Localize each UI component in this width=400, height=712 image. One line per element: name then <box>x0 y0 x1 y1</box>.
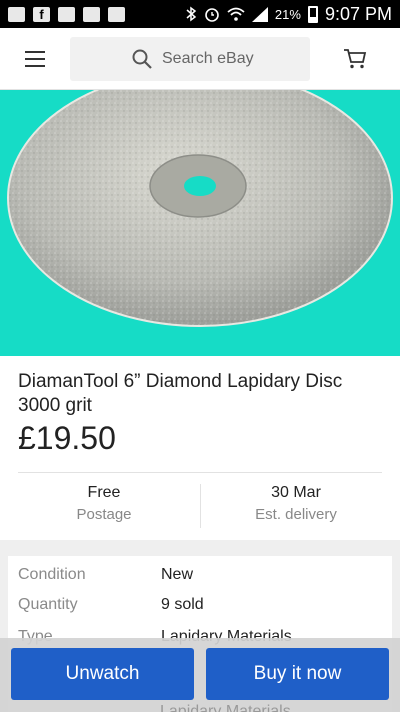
postage-label: Postage <box>76 506 132 523</box>
inbox-icon <box>108 6 125 22</box>
postage-value: Free <box>87 484 121 501</box>
battery-percent: 21% <box>274 6 301 22</box>
signal-icon <box>251 6 268 22</box>
delivery-label: Est. delivery <box>255 506 337 523</box>
cart-icon <box>344 48 367 68</box>
status-bar: f 21% 9:07 PM <box>0 0 400 28</box>
app-header: Search eBay <box>0 28 400 90</box>
detail-value: 9 sold <box>161 596 204 613</box>
divider <box>18 472 382 473</box>
detail-label: Quantity <box>18 596 78 613</box>
delivery-value: 30 Mar <box>271 484 321 501</box>
product-price: £19.50 <box>18 420 116 456</box>
gmail-icon <box>83 6 100 22</box>
detail-value: New <box>161 566 194 583</box>
delivery-info: 30 Mar Est. delivery <box>196 484 396 523</box>
obscured-detail-text: Lapidary Materials <box>160 703 291 712</box>
bluetooth-icon <box>186 6 197 22</box>
detail-label: Condition <box>18 566 86 583</box>
battery-icon <box>307 5 318 23</box>
search-icon <box>132 49 152 69</box>
wifi-icon <box>227 7 245 21</box>
lapidary-disc-picture <box>7 90 393 327</box>
buy-it-now-button[interactable]: Buy it now <box>206 648 389 700</box>
facebook-icon: f <box>33 6 50 22</box>
postage-info: Free Postage <box>4 484 204 523</box>
alarm-icon <box>205 8 219 22</box>
cart-button[interactable] <box>310 28 400 90</box>
unwatch-button[interactable]: Unwatch <box>11 648 194 700</box>
clock: 9:07 PM <box>324 3 392 24</box>
product-image[interactable] <box>0 90 400 356</box>
mail-icon <box>58 6 75 22</box>
action-bar: Unwatch Buy it now <box>0 638 400 712</box>
search-placeholder: Search eBay <box>162 49 254 67</box>
notification-icon <box>8 6 25 22</box>
product-title: DiamanTool 6” Diamond Lapidary Disc 3000… <box>18 371 343 416</box>
search-bar[interactable]: Search eBay <box>70 36 310 81</box>
menu-icon <box>25 50 45 53</box>
menu-button[interactable] <box>0 28 70 90</box>
